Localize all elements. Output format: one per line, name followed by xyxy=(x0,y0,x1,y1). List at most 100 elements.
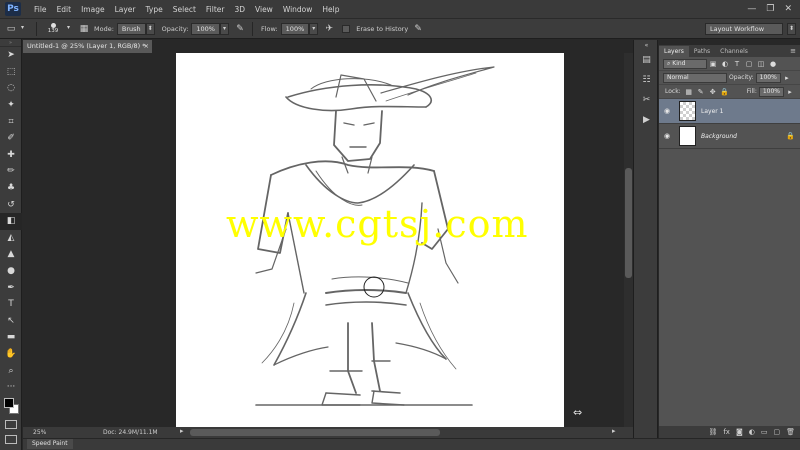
lock-transparency-icon[interactable]: ▦ xyxy=(684,87,694,97)
hand-tool-icon[interactable]: ✋ xyxy=(0,346,22,363)
pressure-size-icon[interactable]: ✎ xyxy=(411,22,425,36)
menu-view[interactable]: View xyxy=(250,5,278,14)
foreground-color-swatch[interactable] xyxy=(4,398,14,408)
path-selection-tool-icon[interactable]: ↖ xyxy=(0,313,22,330)
minimize-icon[interactable]: — xyxy=(747,4,756,14)
airbrush-icon[interactable]: ✈ xyxy=(322,22,336,36)
quick-mask-icon[interactable] xyxy=(5,420,17,429)
actions-panel-icon[interactable]: ▶ xyxy=(634,110,659,130)
crop-tool-icon[interactable]: ⌗ xyxy=(0,113,22,130)
mode-dropdown-icon[interactable]: ⬍ xyxy=(145,22,155,35)
new-group-icon[interactable]: ▭ xyxy=(761,428,768,436)
menu-window[interactable]: Window xyxy=(278,5,318,14)
menu-image[interactable]: Image xyxy=(76,5,110,14)
lock-pixels-icon[interactable]: ✎ xyxy=(696,87,706,97)
panel-menu-icon[interactable]: ≡ xyxy=(790,46,800,57)
more-tools-icon[interactable]: ··· xyxy=(0,379,22,396)
brush-size-picker[interactable]: 139 xyxy=(42,20,64,38)
layer-row-layer-1[interactable]: ◉ Layer 1 xyxy=(659,99,800,124)
shape-tool-icon[interactable]: ▬ xyxy=(0,329,22,346)
menu-help[interactable]: Help xyxy=(317,5,344,14)
fill-arrow-icon[interactable]: ▸ xyxy=(785,87,795,97)
opacity-input[interactable]: 100% xyxy=(191,22,220,35)
brush-dropdown-icon[interactable]: ▾ xyxy=(64,23,73,35)
zoom-tool-icon[interactable]: ⌕ xyxy=(0,362,22,379)
clone-stamp-tool-icon[interactable]: ♣ xyxy=(0,180,22,197)
brush-presets-icon[interactable]: ✂ xyxy=(634,90,659,110)
lock-position-icon[interactable]: ✥ xyxy=(708,87,718,97)
history-brush-tool-icon[interactable]: ↺ xyxy=(0,196,22,213)
move-tool-icon[interactable]: ➤ xyxy=(0,47,22,64)
close-icon[interactable]: ✕ xyxy=(784,4,792,14)
speed-paint-tab[interactable]: Speed Paint xyxy=(27,439,73,449)
scroll-left-icon[interactable]: ▸ xyxy=(180,427,184,435)
healing-brush-tool-icon[interactable]: ✚ xyxy=(0,147,22,164)
eraser-tool-icon[interactable]: ◧ xyxy=(0,212,22,230)
menu-layer[interactable]: Layer xyxy=(110,5,141,14)
document-tab[interactable]: Untitled-1 @ 25% (Layer 1, RGB/8) * × xyxy=(23,40,152,53)
zoom-level[interactable]: 25% xyxy=(33,429,73,436)
brush-tool-icon[interactable]: ✏ xyxy=(0,163,22,180)
flow-slider-icon[interactable]: ▾ xyxy=(309,22,319,35)
fill-input[interactable]: 100% xyxy=(758,86,784,97)
tab-channels[interactable]: Channels xyxy=(715,46,753,57)
filter-toggle-icon[interactable]: ● xyxy=(768,59,778,69)
marquee-tool-icon[interactable]: ⬚ xyxy=(0,64,22,81)
opacity-slider-icon[interactable]: ▾ xyxy=(219,22,229,35)
filter-smart-object-icon[interactable]: ◫ xyxy=(756,59,766,69)
vertical-scroll-thumb[interactable] xyxy=(625,168,632,278)
layer-row-background[interactable]: ◉ Background 🔒 xyxy=(659,124,800,149)
dock-collapse-icon[interactable]: « xyxy=(634,40,659,50)
workspace-select[interactable]: Layout Workflow xyxy=(705,22,783,35)
visibility-eye-icon[interactable]: ◉ xyxy=(659,107,675,115)
workspace-dropdown-icon[interactable]: ⬍ xyxy=(787,22,796,35)
type-tool-icon[interactable]: T xyxy=(0,296,22,313)
adjustment-layer-icon[interactable]: ◐ xyxy=(749,428,755,436)
link-layers-icon[interactable]: ⛓ xyxy=(708,428,717,436)
new-layer-icon[interactable]: ▢ xyxy=(773,428,780,436)
horizontal-scroll-thumb[interactable] xyxy=(190,429,440,436)
close-document-icon[interactable]: × xyxy=(144,40,149,53)
menu-3d[interactable]: 3D xyxy=(229,5,250,14)
brush-panel-icon[interactable]: ▦ xyxy=(77,22,91,36)
paint-bucket-tool-icon[interactable]: ◭ xyxy=(0,230,22,247)
eyedropper-tool-icon[interactable]: ✐ xyxy=(0,130,22,147)
menu-file[interactable]: File xyxy=(29,5,52,14)
menu-edit[interactable]: Edit xyxy=(52,5,77,14)
tab-layers[interactable]: Layers xyxy=(659,46,689,57)
menu-type[interactable]: Type xyxy=(141,5,168,14)
quick-selection-tool-icon[interactable]: ✦ xyxy=(0,97,22,114)
delete-layer-icon[interactable]: 🗑 xyxy=(786,428,795,436)
scroll-right-icon[interactable]: ▸ xyxy=(612,427,616,435)
preset-dropdown-icon[interactable]: ▾ xyxy=(18,23,27,35)
dodge-tool-icon[interactable]: ● xyxy=(0,263,22,280)
menu-select[interactable]: Select xyxy=(168,5,201,14)
filter-shape-icon[interactable]: ▢ xyxy=(744,59,754,69)
pen-tool-icon[interactable]: ✒ xyxy=(0,279,22,296)
visibility-eye-icon[interactable]: ◉ xyxy=(659,132,675,140)
lasso-tool-icon[interactable]: ◌ xyxy=(0,80,22,97)
opacity-arrow-icon[interactable]: ▸ xyxy=(782,73,792,83)
pressure-opacity-icon[interactable]: ✎ xyxy=(233,22,247,36)
lock-all-icon[interactable]: 🔒 xyxy=(720,87,730,97)
tab-paths[interactable]: Paths xyxy=(689,46,715,57)
menu-filter[interactable]: Filter xyxy=(201,5,230,14)
flow-input[interactable]: 100% xyxy=(280,22,310,35)
layer-style-icon[interactable]: fx xyxy=(723,428,730,436)
properties-panel-icon[interactable]: ☷ xyxy=(634,70,659,90)
restore-icon[interactable]: ❐ xyxy=(766,4,774,14)
filter-type-icon[interactable]: T xyxy=(732,59,742,69)
filter-pixel-icon[interactable]: ▣ xyxy=(708,59,718,69)
layer-filter-select[interactable]: ⌕ Kind xyxy=(663,58,707,69)
blur-tool-icon[interactable]: ▲ xyxy=(0,246,22,263)
blend-mode-select[interactable]: Normal xyxy=(663,72,727,83)
mode-select[interactable]: Brush xyxy=(116,22,146,35)
toolbar-grip-icon[interactable]: » xyxy=(0,39,21,47)
add-mask-icon[interactable]: ◙ xyxy=(736,428,743,436)
history-panel-icon[interactable]: ▤ xyxy=(634,50,659,70)
layer-opacity-input[interactable]: 100% xyxy=(755,72,781,83)
eraser-preset-icon[interactable]: ▭ xyxy=(4,22,18,36)
erase-history-checkbox[interactable] xyxy=(342,24,351,33)
screen-mode-icon[interactable] xyxy=(5,435,17,444)
filter-adjustment-icon[interactable]: ◐ xyxy=(720,59,730,69)
